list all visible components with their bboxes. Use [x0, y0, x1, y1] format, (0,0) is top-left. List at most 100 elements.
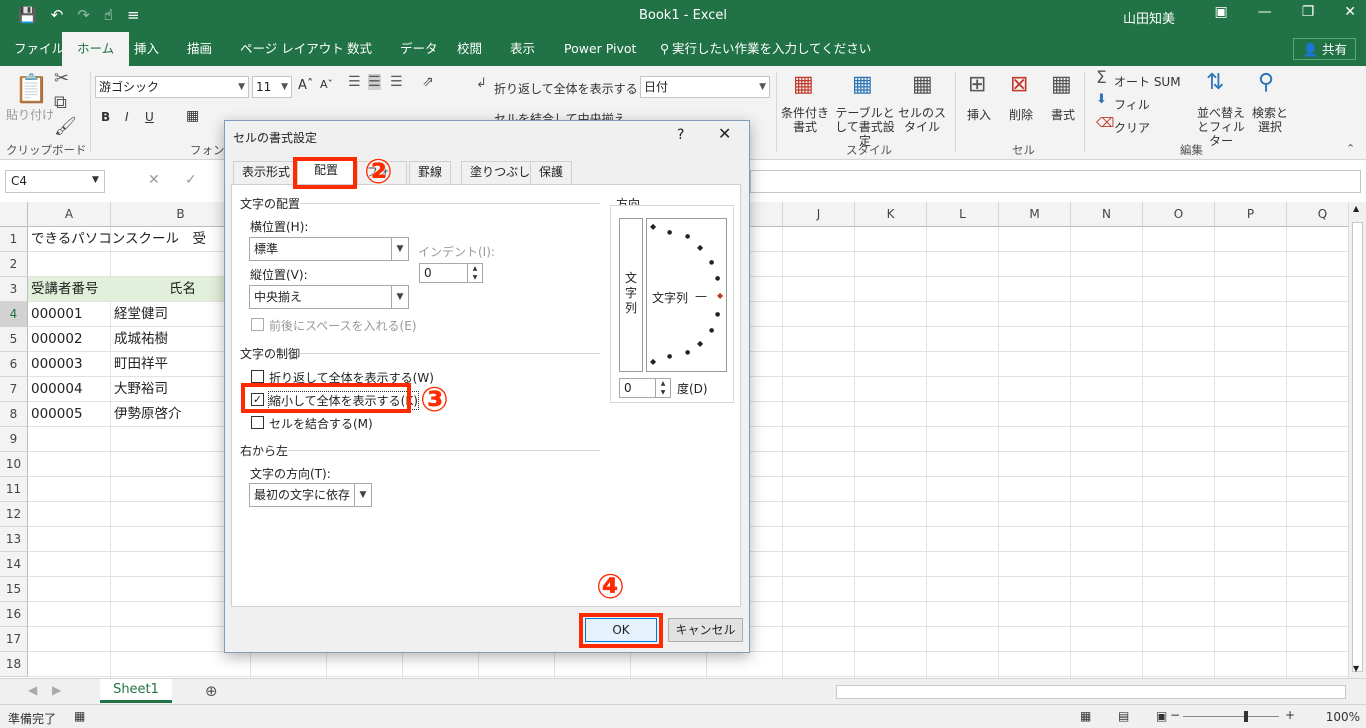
- share-button[interactable]: 👤 共有: [1293, 38, 1356, 60]
- justify-distributed-checkbox[interactable]: [251, 318, 264, 331]
- find-select-icon[interactable]: ⚲: [1258, 70, 1274, 95]
- row-header-16[interactable]: 16: [0, 602, 28, 627]
- row-header-6[interactable]: 6: [0, 352, 28, 377]
- grow-font-icon[interactable]: Aˆ: [298, 78, 313, 93]
- column-header-n[interactable]: N: [1071, 202, 1143, 227]
- row-header-1[interactable]: 1: [0, 227, 28, 252]
- row-header-5[interactable]: 5: [0, 327, 28, 352]
- column-header-m[interactable]: M: [999, 202, 1071, 227]
- row-header-12[interactable]: 12: [0, 502, 28, 527]
- tab-draw[interactable]: 描画: [175, 32, 224, 66]
- number-format-combo[interactable]: 日付 ▼: [640, 76, 770, 98]
- top-align-icon[interactable]: ☰: [348, 74, 361, 90]
- paste-icon[interactable]: 📋: [14, 72, 49, 105]
- clear-button[interactable]: クリア: [1114, 119, 1150, 136]
- font-name-combo[interactable]: 游ゴシック ▼: [95, 76, 249, 98]
- row-header-18[interactable]: 18: [0, 652, 28, 677]
- column-header-j[interactable]: J: [783, 202, 855, 227]
- page-layout-view-icon[interactable]: ▤: [1118, 709, 1129, 723]
- bottom-align-icon[interactable]: ☰: [390, 74, 403, 90]
- vertical-scroll-thumb[interactable]: [1352, 222, 1363, 672]
- borders-icon[interactable]: ▦: [186, 108, 199, 124]
- sheet-tab-sheet1[interactable]: Sheet1: [100, 679, 172, 703]
- shrink-font-icon[interactable]: Aˇ: [320, 78, 333, 91]
- dialog-close-button[interactable]: ✕: [718, 124, 731, 143]
- zoom-out-icon[interactable]: −: [1170, 708, 1180, 722]
- cancel-button[interactable]: キャンセル: [668, 618, 743, 642]
- tab-review[interactable]: 校閲: [445, 32, 494, 66]
- tell-me-search[interactable]: 実行したい作業を入力してください: [668, 32, 883, 66]
- cell-styles-icon[interactable]: ▦: [912, 72, 933, 97]
- zoom-level[interactable]: 100%: [1326, 710, 1360, 724]
- merge-cells-checkbox[interactable]: [251, 416, 264, 429]
- indent-spinner[interactable]: 0 ▲ ▼: [419, 263, 483, 283]
- insert-cells-icon[interactable]: ⊞: [968, 72, 986, 97]
- prev-sheet-icon[interactable]: ◀: [28, 683, 37, 697]
- tab-border[interactable]: 罫線: [409, 161, 452, 184]
- italic-button[interactable]: I: [125, 110, 129, 124]
- cut-icon[interactable]: ✂: [54, 68, 69, 89]
- close-icon[interactable]: ✕: [1344, 4, 1356, 20]
- format-cells-icon[interactable]: ▦: [1051, 72, 1072, 97]
- fill-button[interactable]: フィル: [1114, 96, 1150, 113]
- row-header-2[interactable]: 2: [0, 252, 28, 277]
- orientation-icon[interactable]: ⇗: [422, 74, 434, 90]
- row-header-8[interactable]: 8: [0, 402, 28, 427]
- zoom-in-icon[interactable]: +: [1285, 708, 1295, 722]
- zoom-slider[interactable]: [1183, 716, 1279, 717]
- middle-align-icon[interactable]: ☰: [368, 74, 381, 90]
- tab-fill[interactable]: 塗りつぶし: [461, 161, 540, 184]
- minimize-icon[interactable]: —: [1258, 4, 1272, 20]
- scroll-down-icon[interactable]: ▼: [1353, 664, 1359, 673]
- delete-cells-button[interactable]: 削除: [1009, 106, 1033, 123]
- row-header-17[interactable]: 17: [0, 627, 28, 652]
- vertical-select[interactable]: 中央揃え ▼: [249, 285, 409, 309]
- select-all-corner[interactable]: [0, 202, 28, 227]
- row-header-7[interactable]: 7: [0, 377, 28, 402]
- tab-formulas[interactable]: 数式: [335, 32, 384, 66]
- confirm-entry-icon[interactable]: ✓: [185, 172, 197, 188]
- cell-a8[interactable]: 000005: [28, 402, 111, 427]
- normal-view-icon[interactable]: ▦: [1080, 709, 1091, 723]
- vertical-scrollbar[interactable]: ▲ ▼: [1348, 202, 1366, 678]
- row-header-9[interactable]: 9: [0, 427, 28, 452]
- conditional-format-button[interactable]: 条件付き書式: [781, 106, 829, 134]
- vertical-text-button[interactable]: 文字列: [619, 218, 643, 372]
- wrap-text-button[interactable]: 折り返して全体を表示する: [494, 80, 638, 97]
- cell-a4[interactable]: 000001: [28, 302, 111, 327]
- collapse-ribbon-icon[interactable]: ⌃: [1346, 142, 1355, 155]
- cell-a3[interactable]: 受講者番号: [28, 277, 111, 302]
- tab-insert[interactable]: 挿入: [122, 32, 171, 66]
- sort-filter-icon[interactable]: ⇅: [1206, 70, 1224, 95]
- row-header-3[interactable]: 3: [0, 277, 28, 302]
- bold-button[interactable]: B: [101, 110, 110, 124]
- row-header-10[interactable]: 10: [0, 452, 28, 477]
- underline-button[interactable]: U: [145, 110, 154, 124]
- column-header-p[interactable]: P: [1215, 202, 1287, 227]
- zoom-slider-knob[interactable]: [1244, 711, 1248, 722]
- find-select-button[interactable]: 検索と選択: [1252, 106, 1288, 134]
- conditional-format-icon[interactable]: ▦: [793, 72, 814, 97]
- delete-cells-icon[interactable]: ⊠: [1010, 72, 1028, 97]
- tab-number[interactable]: 表示形式: [233, 161, 300, 184]
- orientation-dial[interactable]: ◆ ● ● ◆ ● ● 文字列 — ◆ ● ● ◆ ● ● ◆: [646, 218, 727, 372]
- format-painter-icon[interactable]: 🖌: [54, 116, 77, 137]
- copy-icon[interactable]: ⧉: [54, 92, 67, 113]
- tab-view[interactable]: 表示: [498, 32, 547, 66]
- row-header-13[interactable]: 13: [0, 527, 28, 552]
- format-cells-button[interactable]: 書式: [1051, 106, 1075, 123]
- row-header-14[interactable]: 14: [0, 552, 28, 577]
- cell-a6[interactable]: 000003: [28, 352, 111, 377]
- row-header-4[interactable]: 4: [0, 302, 28, 327]
- tab-home[interactable]: ホーム: [62, 32, 130, 66]
- row-header-15[interactable]: 15: [0, 577, 28, 602]
- text-direction-select[interactable]: 最初の文字に依存 ▼: [249, 483, 372, 507]
- macro-record-icon[interactable]: ▦: [74, 709, 85, 723]
- tab-protection[interactable]: 保護: [530, 161, 573, 184]
- user-name[interactable]: 山田知美: [1123, 8, 1175, 27]
- insert-cells-button[interactable]: 挿入: [967, 106, 991, 123]
- column-header-q[interactable]: Q: [1287, 202, 1348, 227]
- tab-data[interactable]: データ: [388, 32, 450, 66]
- column-header-k[interactable]: K: [855, 202, 927, 227]
- cell-a5[interactable]: 000002: [28, 327, 111, 352]
